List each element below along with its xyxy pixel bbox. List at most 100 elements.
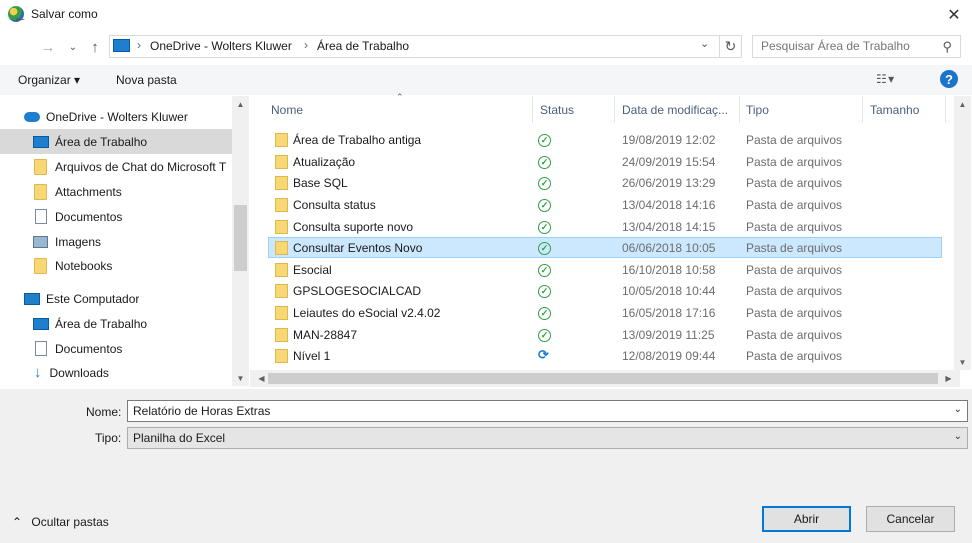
horizontal-scroll-thumb[interactable]	[268, 373, 938, 384]
nav-item-desktop[interactable]: Área de Trabalho	[0, 129, 232, 154]
forward-arrow-icon[interactable]: →	[38, 39, 58, 56]
column-status[interactable]: Status	[540, 103, 574, 117]
scroll-up-icon[interactable]: ▲	[954, 100, 971, 109]
open-button[interactable]: Abrir	[762, 506, 851, 532]
file-type-label: Tipo:	[95, 431, 122, 445]
file-date: 10/05/2018 10:44	[622, 284, 716, 298]
folder-icon	[34, 183, 47, 200]
refresh-icon[interactable]: ↻	[719, 35, 741, 58]
file-type: Pasta de arquivos	[746, 133, 843, 147]
breadcrumb-onedrive[interactable]: OneDrive - Wolters Kluwer	[150, 39, 292, 53]
organize-button[interactable]: Organizar ▾	[18, 73, 80, 87]
address-dropdown-icon[interactable]: ⌄	[700, 37, 709, 50]
column-divider[interactable]	[739, 96, 740, 123]
file-date: 13/04/2018 14:15	[622, 220, 716, 234]
column-size[interactable]: Tamanho	[870, 103, 919, 117]
scroll-down-icon[interactable]: ▼	[232, 374, 249, 383]
synced-check-icon: ✓	[538, 177, 551, 190]
desktop-icon	[33, 135, 49, 148]
hide-folders-toggle[interactable]: ⌃ Ocultar pastas	[12, 515, 109, 529]
file-date: 19/08/2019 12:02	[622, 133, 716, 147]
file-date: 26/06/2019 13:29	[622, 176, 716, 190]
nav-item-downloads[interactable]: ↓ Downloads	[0, 360, 232, 385]
folder-icon	[275, 133, 288, 147]
nav-item-notebooks[interactable]: Notebooks	[0, 253, 232, 278]
breadcrumb-desktop[interactable]: Área de Trabalho	[317, 39, 409, 53]
nav-item-documents[interactable]: Documentos	[0, 204, 232, 229]
file-date: 12/08/2019 09:44	[622, 349, 716, 363]
folder-icon	[275, 349, 288, 363]
back-arrow-icon[interactable]: ←	[10, 9, 30, 26]
column-divider[interactable]	[614, 96, 615, 123]
file-type: Pasta de arquivos	[746, 349, 843, 363]
desktop-icon	[33, 317, 49, 330]
folder-icon	[275, 263, 288, 277]
downloads-icon: ↓	[34, 364, 42, 381]
view-options-icon[interactable]: ☷ ▾	[876, 72, 894, 86]
scroll-up-icon[interactable]: ▲	[232, 100, 249, 109]
recent-locations-chevron-icon[interactable]: ⌄	[63, 39, 83, 55]
column-divider[interactable]	[945, 96, 946, 123]
file-name-value: Relatório de Horas Extras	[133, 404, 271, 418]
file-name: Atualização	[293, 155, 356, 169]
folder-icon	[275, 198, 288, 212]
scroll-down-icon[interactable]: ▼	[954, 358, 971, 367]
new-folder-button[interactable]: Nova pasta	[116, 73, 177, 87]
chevron-down-icon[interactable]: ⌄	[954, 404, 962, 415]
file-date: 24/09/2019 15:54	[622, 155, 716, 169]
file-date: 16/05/2018 17:16	[622, 306, 716, 320]
nav-item-chat-files[interactable]: Arquivos de Chat do Microsoft T	[0, 154, 232, 179]
up-arrow-icon[interactable]: ↑	[85, 39, 105, 56]
column-divider[interactable]	[532, 96, 533, 123]
documents-icon	[35, 341, 47, 356]
folder-icon	[275, 284, 288, 298]
search-input[interactable]	[761, 39, 936, 53]
folder-icon	[275, 241, 288, 255]
sync-pending-icon: ⟳	[538, 347, 549, 362]
sort-ascending-icon: ⌃	[396, 92, 404, 102]
nav-item-onedrive[interactable]: OneDrive - Wolters Kluwer	[0, 104, 232, 129]
folder-icon	[275, 220, 288, 234]
file-name: Área de Trabalho antiga	[293, 133, 422, 147]
nav-item-this-pc[interactable]: Este Computador	[0, 286, 232, 311]
file-name-field[interactable]: Relatório de Horas Extras ⌄	[127, 400, 968, 422]
column-name[interactable]: Nome	[271, 103, 303, 117]
file-name: Consulta status	[293, 198, 376, 212]
file-type: Pasta de arquivos	[746, 284, 843, 298]
synced-check-icon: ✓	[538, 264, 551, 277]
file-type-value: Planilha do Excel	[133, 431, 226, 445]
file-type: Pasta de arquivos	[746, 155, 843, 169]
close-icon[interactable]: ✕	[936, 0, 972, 30]
column-divider[interactable]	[862, 96, 863, 123]
file-date: 13/09/2019 11:25	[622, 328, 715, 342]
nav-item-attachments[interactable]: Attachments	[0, 179, 232, 204]
cloud-icon	[24, 111, 40, 122]
search-box[interactable]: ⚲	[752, 35, 961, 58]
folder-icon	[275, 176, 288, 190]
help-icon[interactable]: ?	[940, 70, 958, 88]
file-date: 06/06/2018 10:05	[622, 241, 716, 255]
nav-item-desktop-pc[interactable]: Área de Trabalho	[0, 311, 232, 336]
scroll-right-icon[interactable]: ▶	[940, 374, 957, 383]
chevron-down-icon[interactable]: ⌄	[954, 431, 962, 442]
file-list-scrollbar[interactable]	[954, 96, 971, 370]
file-name: Consultar Eventos Novo	[293, 241, 423, 255]
desktop-icon	[113, 39, 130, 52]
title-bar	[0, 0, 972, 30]
window-title: Salvar como	[31, 7, 98, 21]
cancel-button[interactable]: Cancelar	[866, 506, 955, 532]
file-date: 13/04/2018 14:16	[622, 198, 716, 212]
synced-check-icon: ✓	[538, 221, 551, 234]
file-type: Pasta de arquivos	[746, 198, 843, 212]
file-name: GPSLOGESOCIALCAD	[293, 284, 422, 298]
folder-icon	[275, 155, 288, 169]
search-icon[interactable]: ⚲	[942, 39, 952, 55]
nav-item-pictures[interactable]: Imagens	[0, 229, 232, 254]
computer-icon	[24, 292, 40, 305]
nav-scroll-thumb[interactable]	[234, 205, 247, 271]
file-name: Leiautes do eSocial v2.4.02	[293, 306, 441, 320]
column-date[interactable]: Data de modificaç...	[622, 103, 728, 117]
nav-item-documents-pc[interactable]: Documentos	[0, 336, 232, 361]
file-type-select[interactable]: Planilha do Excel ⌄	[127, 427, 968, 449]
column-type[interactable]: Tipo	[746, 103, 769, 117]
